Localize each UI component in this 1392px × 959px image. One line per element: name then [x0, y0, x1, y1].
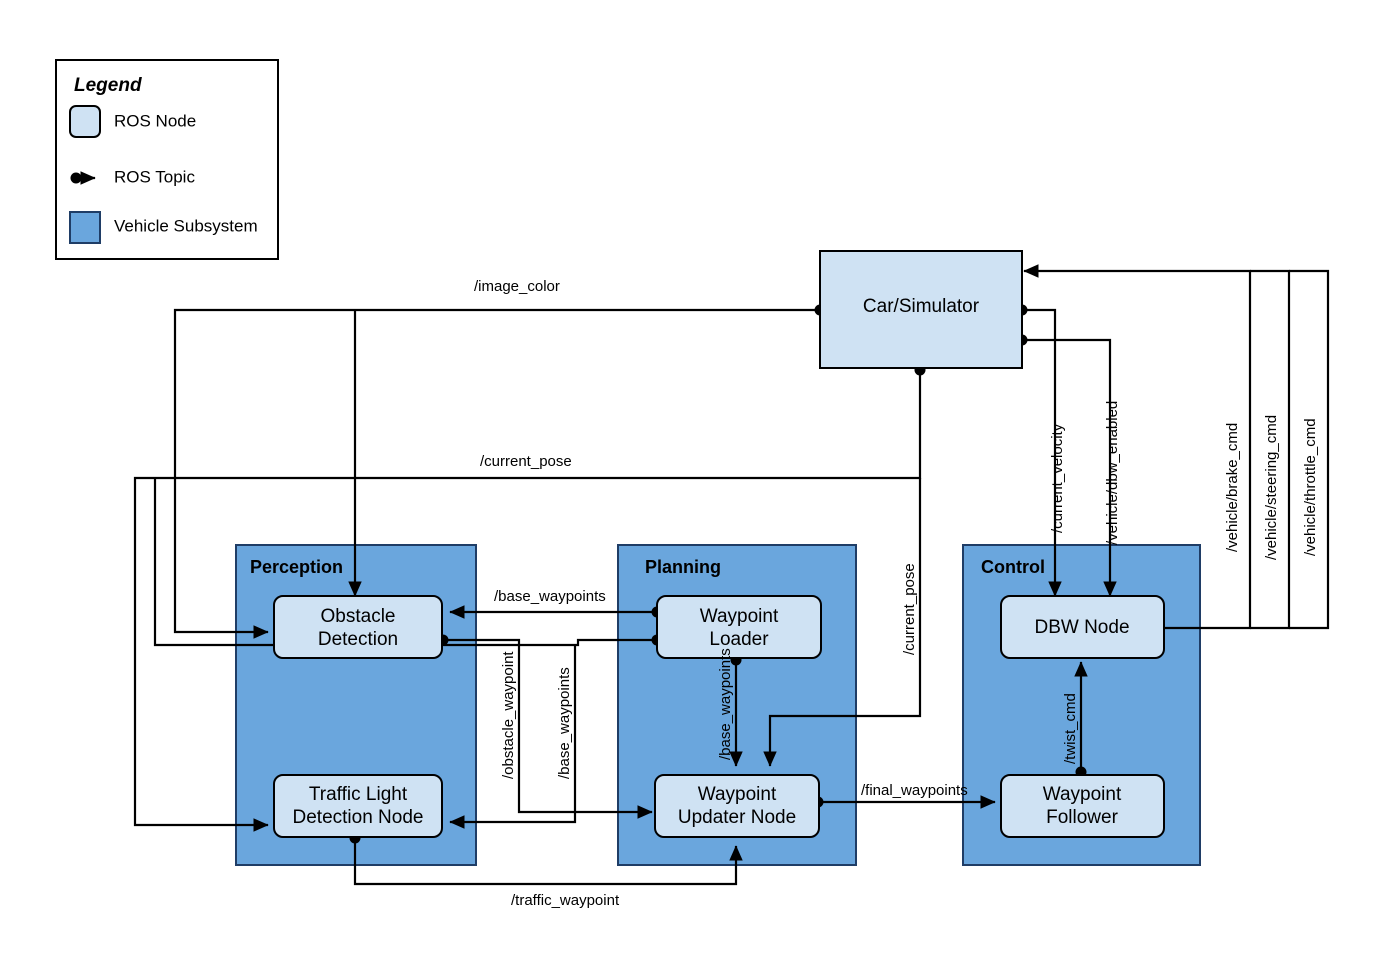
- topic-label-vehicle-throttle-cmd: /vehicle/throttle_cmd: [1302, 418, 1319, 556]
- topic-label-vehicle-steering-cmd: /vehicle/steering_cmd: [1263, 415, 1280, 560]
- node-traffic-light-detection[interactable]: Traffic Light Detection Node: [273, 774, 443, 838]
- node-waypoint-updater-line1: Waypoint: [698, 784, 777, 805]
- node-waypoint-updater[interactable]: Waypoint Updater Node: [654, 774, 820, 838]
- topic-label-image-color: /image_color: [474, 278, 560, 295]
- node-waypoint-loader[interactable]: Waypoint Loader: [656, 595, 822, 659]
- topic-label-current-pose-v: /current_pose: [901, 563, 918, 655]
- topic-label-traffic-waypoint: /traffic_waypoint: [511, 892, 620, 909]
- node-waypoint-follower-line2: Follower: [1046, 807, 1118, 828]
- topic-label-base-waypoints-v2: /base_waypoints: [556, 667, 573, 779]
- topic-label-vehicle-dbw-enabled: /vehicle/dbw_enabled: [1104, 401, 1121, 545]
- topic-label-current-velocity: /current_velocity: [1049, 423, 1066, 533]
- legend-item-label-0: ROS Node: [114, 111, 196, 130]
- node-obstacle-detection[interactable]: Obstacle Detection: [273, 595, 443, 659]
- topic-label-base-waypoints-v1: /base_waypoints: [717, 648, 734, 760]
- node-traffic-light-detection-line1: Traffic Light: [309, 784, 408, 805]
- legend-item-label-2: Vehicle Subsystem: [114, 216, 258, 235]
- legend-item-label-1: ROS Topic: [114, 167, 195, 186]
- node-waypoint-loader-line1: Waypoint: [700, 606, 779, 627]
- node-dbw-label: DBW Node: [1034, 617, 1129, 638]
- node-dbw[interactable]: DBW Node: [1000, 595, 1165, 659]
- node-obstacle-detection-line1: Obstacle: [321, 606, 396, 627]
- node-waypoint-follower-line1: Waypoint: [1043, 784, 1122, 805]
- legend: Legend ROS Node ROS Topic Vehicle Subsys…: [55, 59, 279, 260]
- car-simulator[interactable]: Car/Simulator: [819, 250, 1023, 369]
- node-waypoint-loader-line2: Loader: [709, 629, 769, 650]
- topic-label-vehicle-brake-cmd: /vehicle/brake_cmd: [1224, 423, 1241, 552]
- subsystem-perception-title: Perception: [250, 557, 343, 577]
- subsystem-planning-title: Planning: [645, 557, 721, 577]
- car-simulator-label: Car/Simulator: [863, 296, 980, 317]
- topic-label-obstacle-waypoint: /obstacle_waypoint: [500, 651, 517, 779]
- node-waypoint-follower[interactable]: Waypoint Follower: [1000, 774, 1165, 838]
- vehicle-subsystem-swatch: [69, 211, 101, 244]
- topic-label-twist-cmd: /twist_cmd: [1062, 693, 1079, 764]
- ros-node-swatch: [69, 105, 101, 138]
- topic-label-final-waypoints: /final_waypoints: [861, 782, 968, 799]
- legend-title: Legend: [74, 75, 142, 96]
- topic-label-current-pose: /current_pose: [480, 453, 572, 470]
- node-waypoint-updater-line2: Updater Node: [678, 807, 796, 828]
- ros-architecture-diagram: Legend ROS Node ROS Topic Vehicle Subsys…: [0, 0, 1392, 959]
- subsystem-control-title: Control: [981, 557, 1045, 577]
- topic-label-base-waypoints: /base_waypoints: [494, 588, 606, 605]
- node-obstacle-detection-line2: Detection: [318, 629, 398, 650]
- node-traffic-light-detection-line2: Detection Node: [293, 807, 424, 828]
